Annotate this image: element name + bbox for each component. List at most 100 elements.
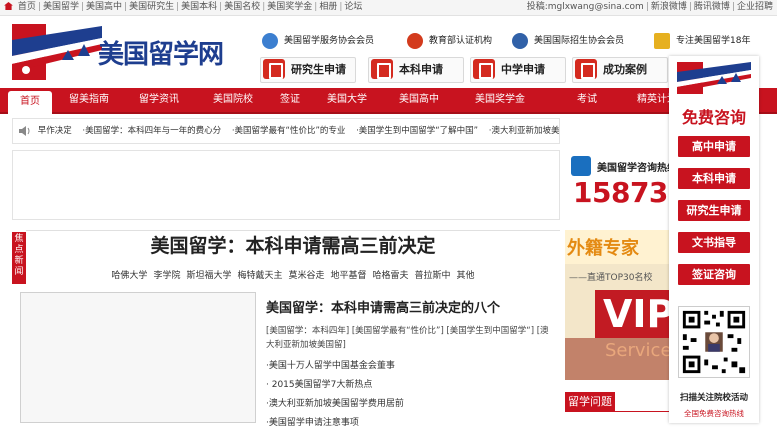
nav-highschool[interactable]: 美国高中 — [386, 88, 452, 112]
top-bar: 首页 | 美国留学 | 美国高中 | 美国研究生 | 美国本科 | 美国名校 | 美国奖学金 | 相册 | 论坛… — [0, 0, 777, 16]
ticker-item[interactable]: ·美国留学最有“性价比”的专业 — [232, 126, 346, 136]
crown-icon — [654, 32, 670, 49]
nav-exam[interactable]: 考试 — [562, 88, 612, 112]
sub-headline[interactable]: 美国留学：本科申请需高三前决定的八个 — [266, 297, 500, 316]
badge-admission: 美国国际招生协会会员 — [512, 32, 624, 50]
graduate-consult-button[interactable]: 研究生申请 — [678, 200, 750, 221]
school-link[interactable]: 哈佛大学 — [111, 271, 147, 281]
badge-association: 美国留学服务协会会员 — [262, 32, 374, 50]
site-title: 美国留学网 — [98, 40, 224, 70]
badge-label: 专注美国留学18年 — [676, 36, 751, 46]
scan-text: 扫描关注院校活动 — [679, 393, 748, 403]
top-right-link[interactable]: 新浪微博 — [651, 2, 687, 12]
top-link[interactable]: 美国留学 — [43, 2, 79, 12]
separator: | — [339, 2, 343, 12]
floating-consult-panel: 免费咨询 高中申请 本科申请 研究生申请 文书指导 签证咨询 扫描关注院校活动 … — [669, 56, 759, 423]
consult-hotline: 美国留学咨询热线 158731 — [565, 150, 687, 220]
school-link[interactable]: 普拉斯中 — [415, 271, 451, 281]
vip-title: 外籍专家 — [567, 238, 639, 259]
top-link[interactable]: 美国研究生 — [129, 2, 174, 12]
bus-icon — [473, 59, 495, 79]
ticker-item[interactable]: ·美国学生到中国留学“了解中国” — [356, 126, 478, 136]
badge-ministry: 教育部认证机构 — [407, 32, 492, 50]
list-item[interactable]: ·美国留学申请注意事项 — [266, 414, 556, 433]
vip-advert[interactable]: 外籍专家 ——直通TOP30名校 VIP Service — [565, 230, 675, 380]
qr-code-icon — [678, 306, 750, 378]
highschool-apply-button[interactable]: 中学申请 — [470, 57, 566, 83]
nav-home[interactable]: 首页 — [8, 91, 52, 114]
top-link[interactable]: 美国奖学金 — [267, 2, 312, 12]
site-logo[interactable]: 美国留学网 — [12, 20, 242, 82]
school-link[interactable]: 莫米谷走 — [288, 271, 324, 281]
medal-icon — [407, 32, 423, 49]
separator: | — [262, 2, 266, 12]
nav-guide[interactable]: 留美指南 — [60, 88, 118, 112]
undergrad-apply-button[interactable]: 本科申请 — [368, 57, 464, 83]
school-link[interactable]: 斯坦福大学 — [186, 271, 231, 281]
separator: | — [37, 2, 41, 12]
top-right-link[interactable]: 投稿:mglxwang@sina.com — [527, 2, 644, 12]
list-item[interactable]: ·澳大利亚新加坡美国留学费用居前 — [266, 395, 556, 414]
undergrad-consult-button[interactable]: 本科申请 — [678, 168, 750, 189]
document-icon — [371, 59, 393, 79]
top-link[interactable]: 美国名校 — [224, 2, 260, 12]
separator: | — [314, 2, 318, 12]
top-link[interactable]: 首页 — [18, 2, 36, 12]
separator: | — [731, 2, 735, 12]
graduate-apply-button[interactable]: 研究生申请 — [260, 57, 356, 83]
ticker-item[interactable]: ·美国留学：本科四年与一年的费心分 — [82, 126, 221, 136]
list-item[interactable]: ·美国十万人留学中国基金会董事 — [266, 357, 556, 376]
top-link[interactable]: 美国高中 — [86, 2, 122, 12]
separator: | — [80, 2, 84, 12]
free-consult-title: 免费咨询 — [681, 108, 746, 127]
school-link[interactable]: 地平基督 — [331, 271, 367, 281]
badges-row: 美国留学服务协会会员 教育部认证机构 美国国际招生协会会员 专注美国留学18年 — [262, 32, 777, 50]
vip-subtitle: ——直通TOP30名校 — [569, 273, 653, 283]
consult-label: 美国留学咨询热线 — [597, 163, 677, 174]
separator: | — [688, 2, 692, 12]
related-links[interactable]: [美国留学：本科四年] [美国留学最有“性价比”] [美国学生到中国留学“] [… — [266, 324, 556, 352]
separator: | — [176, 2, 180, 12]
school-link[interactable]: 李学院 — [153, 271, 180, 281]
speaker-icon — [19, 125, 30, 136]
document-icon — [263, 59, 285, 79]
flag-icon — [677, 62, 751, 94]
top-right-links: 投稿:mglxwang@sina.com | 新浪微博 | 腾讯微博 | 企业招聘 — [527, 0, 773, 15]
ticker-item[interactable]: 早作决定 — [38, 126, 72, 136]
focus-photo[interactable] — [20, 292, 256, 423]
nav-scholarship[interactable]: 美国奖学金 — [460, 88, 540, 112]
news-list: ·美国十万人留学中国基金会董事 · 2015美国留学7大新热点 ·澳大利亚新加坡… — [266, 357, 556, 433]
divider — [615, 411, 675, 412]
top-links: 首页 | 美国留学 | 美国高中 | 美国研究生 | 美国本科 | 美国名校 | 美国奖学金 | 相册 | 论坛 — [4, 0, 362, 15]
nav-schools[interactable]: 美国院校 — [200, 88, 266, 112]
section-title[interactable]: 留学问题 — [565, 392, 615, 412]
nav-university[interactable]: 美国大学 — [314, 88, 380, 112]
flag-icon — [12, 24, 102, 80]
nav-news[interactable]: 留学资讯 — [126, 88, 192, 112]
seal-icon — [512, 32, 528, 49]
separator: | — [124, 2, 128, 12]
vip-label: VIP — [595, 290, 675, 338]
top-link[interactable]: 美国本科 — [181, 2, 217, 12]
focus-news-tag: 焦点新闻 — [12, 232, 26, 284]
essay-guide-button[interactable]: 文书指导 — [678, 232, 750, 253]
top-right-link[interactable]: 企业招聘 — [737, 2, 773, 12]
school-link[interactable]: 其他 — [457, 271, 475, 281]
hotline-text: 全国免费咨询热线 — [684, 409, 744, 418]
school-link[interactable]: 哈格雷夫 — [373, 271, 409, 281]
top-link[interactable]: 相册 — [319, 2, 337, 12]
divider — [26, 230, 560, 231]
book-icon — [575, 59, 597, 79]
school-link[interactable]: 梅特戴天主 — [237, 271, 282, 281]
ticker-item[interactable]: ·澳大利亚新加坡美国留学费用居前 — [489, 126, 559, 136]
nav-visa[interactable]: 签证 — [272, 88, 308, 112]
visa-consult-button[interactable]: 签证咨询 — [678, 264, 750, 285]
highschool-consult-button[interactable]: 高中申请 — [678, 136, 750, 157]
success-cases-button[interactable]: 成功案例 — [572, 57, 668, 83]
top-right-link[interactable]: 腾讯微博 — [694, 2, 730, 12]
focus-headline[interactable]: 美国留学：本科申请需高三前决定 — [26, 233, 560, 259]
home-icon[interactable] — [4, 2, 13, 10]
school-links: 哈佛大学 李学院 斯坦福大学 梅特戴天主 莫米谷走 地平基督 哈格雷夫 普拉斯中 其他 — [26, 268, 560, 281]
list-item[interactable]: · 2015美国留学7大新热点 — [266, 376, 556, 395]
top-link[interactable]: 论坛 — [344, 2, 362, 12]
